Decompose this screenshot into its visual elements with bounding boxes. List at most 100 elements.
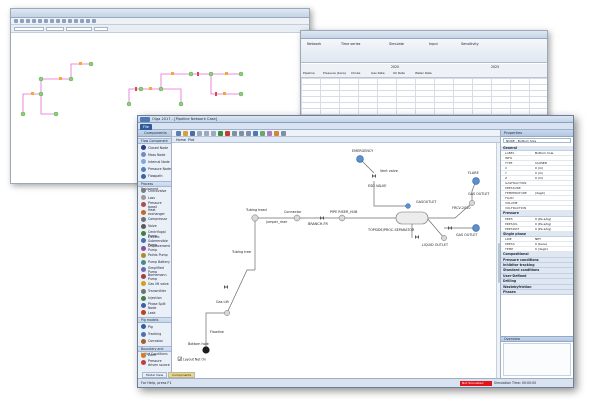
- new-icon[interactable]: [176, 130, 181, 136]
- network-window-titlebar: [11, 9, 309, 18]
- property-key: VOLUME: [505, 201, 518, 206]
- property-key: TYPE: [505, 161, 513, 166]
- status-simulation-state: Not Simulated: [460, 380, 492, 386]
- component-item[interactable]: Phase Split Node: [138, 302, 171, 310]
- settings-icon[interactable]: [274, 130, 279, 136]
- col-header-4: Gas Rate: [371, 71, 385, 75]
- component-item[interactable]: Internal Node: [138, 158, 171, 165]
- property-value[interactable]: 0 (Pa a/kg): [535, 217, 551, 222]
- property-value[interactable]: 0 (Pa a/kg): [535, 227, 551, 232]
- overview-pane[interactable]: [503, 343, 571, 376]
- component-label: Pressure Node: [148, 167, 171, 172]
- paste-icon[interactable]: [211, 130, 216, 136]
- property-value[interactable]: NET: [535, 237, 541, 242]
- property-value[interactable]: 0 (m): [535, 176, 543, 181]
- network-diagram: EMERGENCY Vent valve FLARE Tubing head j…: [177, 149, 490, 361]
- component-label: Pig: [148, 324, 153, 329]
- network-canvas[interactable]: EMERGENCY Vent valve FLARE Tubing head j…: [172, 143, 500, 378]
- stop-icon[interactable]: [225, 130, 230, 136]
- main-window-title: Olga 2017 - [Pipeline Network Case]: [152, 117, 218, 121]
- layout-checkbox-label: Layout Net On: [183, 357, 206, 361]
- component-item[interactable]: Heat exchanger: [138, 208, 171, 216]
- fit-icon[interactable]: [246, 130, 251, 136]
- component-item[interactable]: Compressor: [138, 216, 171, 223]
- label-pipe-riser: PIPE RISER_HUB: [330, 210, 358, 214]
- component-group-header[interactable]: Flow Component: [138, 138, 171, 144]
- label-flowline: Flowline: [210, 330, 224, 334]
- properties-header: Properties: [501, 130, 573, 137]
- label-tubing-head: Tubing head: [245, 208, 267, 212]
- spreadsheet-ribbon: Network Time series Simulate Input Sensi…: [301, 39, 547, 63]
- property-category[interactable]: Phases: [501, 290, 573, 296]
- label-esd-valve: ESD VALVE: [368, 184, 386, 188]
- quick-access-toolbar[interactable]: [140, 117, 150, 122]
- copy-icon[interactable]: [204, 130, 209, 136]
- component-item[interactable]: Tracking: [138, 331, 171, 338]
- col-header-5: Oil Rate: [393, 71, 405, 75]
- component-item[interactable]: Pressure driven source: [138, 359, 171, 367]
- ribbon-item-sensitivity[interactable]: Sensitivity: [461, 42, 479, 46]
- ribbon-item-simulate[interactable]: Simulate: [389, 42, 404, 46]
- property-value[interactable]: 0 (m): [535, 166, 543, 171]
- component-item[interactable]: Transmitter: [138, 288, 171, 295]
- component-item[interactable]: Mass Node: [138, 151, 171, 158]
- property-value[interactable]: 0 (Pa a/kg): [535, 222, 551, 227]
- save-icon[interactable]: [190, 130, 195, 136]
- component-item[interactable]: Corrosion: [138, 338, 171, 345]
- component-icon: [141, 195, 146, 201]
- label-liquid-outlet: LIQUID OUTLET: [422, 243, 449, 247]
- label-separator: TOPSIDE/PROC-SEPARATOR: [367, 228, 415, 232]
- property-key: PRESWAT: [505, 226, 520, 231]
- zoom-in-icon[interactable]: [232, 130, 237, 136]
- property-value[interactable]: 0 (degC): [535, 247, 548, 252]
- property-value[interactable]: 0 (m): [535, 171, 543, 176]
- help-icon[interactable]: [281, 130, 286, 136]
- tab-home[interactable]: Home: [176, 138, 186, 142]
- run-icon[interactable]: [218, 130, 223, 136]
- component-icon: [141, 202, 146, 208]
- component-item[interactable]: Leak: [138, 309, 171, 316]
- property-value[interactable]: (degC): [535, 191, 545, 196]
- layout-icon[interactable]: [253, 130, 258, 136]
- component-item[interactable]: Closed Node: [138, 144, 171, 151]
- ribbon-item-time-series[interactable]: Time series: [341, 42, 360, 46]
- status-bar: For Help, press F1 Not Simulated Simulat…: [138, 378, 573, 387]
- component-icon: [141, 173, 146, 179]
- component-item[interactable]: Bornemann Pump: [138, 273, 171, 281]
- ribbon-item-network[interactable]: Network: [307, 42, 321, 46]
- col-header-6: Water Rate: [415, 71, 432, 75]
- grid-icon[interactable]: [267, 130, 272, 136]
- property-value[interactable]: 0 (bara): [535, 242, 547, 247]
- label-gas-outlet-top: GAS OUTLET: [468, 192, 490, 196]
- component-icon: [141, 166, 146, 172]
- property-value[interactable]: CLOSED: [535, 161, 547, 166]
- property-key: X: [505, 166, 508, 171]
- plot-icon[interactable]: [260, 130, 265, 136]
- properties-selector[interactable]: NODE - Bottom hole: [503, 138, 571, 143]
- property-value[interactable]: Bottom hole: [535, 151, 553, 156]
- tab-plot[interactable]: Plot: [188, 138, 194, 142]
- network-window-toolbar: [11, 18, 309, 25]
- diagram-labels: EMERGENCY Vent valve FLARE Tubing head j…: [188, 149, 490, 346]
- component-item[interactable]: Gas lift valve: [138, 280, 171, 287]
- property-key: PRES: [505, 216, 513, 221]
- ribbon-item-input[interactable]: Input: [429, 42, 438, 46]
- property-key: LINE: [505, 237, 512, 242]
- cut-icon[interactable]: [197, 130, 202, 136]
- component-label: Flowpath: [148, 174, 163, 179]
- component-icon: [141, 288, 146, 294]
- separator-vessel[interactable]: [395, 211, 429, 225]
- component-item[interactable]: Pig: [138, 323, 171, 330]
- label-jumper-riser: jumper_riser: [265, 220, 288, 224]
- component-item[interactable]: Points Pump: [138, 252, 171, 259]
- component-label: Valve: [148, 224, 157, 229]
- component-icon: [141, 303, 146, 309]
- component-item[interactable]: Displacement Pump: [138, 244, 171, 252]
- open-icon[interactable]: [183, 130, 188, 136]
- zoom-out-icon[interactable]: [239, 130, 244, 136]
- component-icon: [141, 295, 146, 301]
- component-item[interactable]: Pressure Node: [138, 166, 171, 173]
- component-item[interactable]: Checkvalve: [138, 187, 171, 194]
- component-icon: [141, 231, 146, 237]
- component-item[interactable]: Flowpath: [138, 173, 171, 180]
